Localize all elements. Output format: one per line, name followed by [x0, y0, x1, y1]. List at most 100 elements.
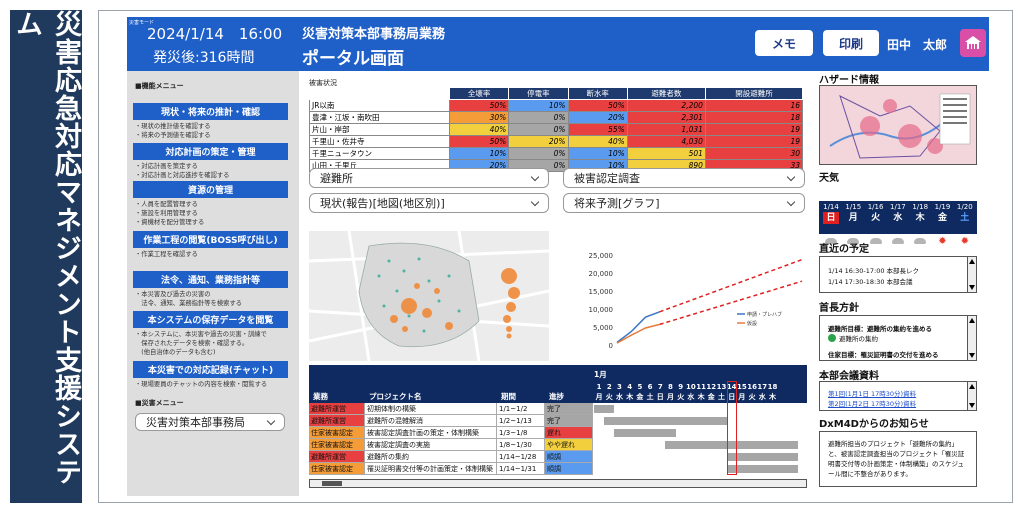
menu-description-line: ・作業工程を確認する: [135, 251, 198, 258]
gantt-scrollbar[interactable]: [309, 479, 807, 488]
notice-title: DxM4Dからのお知らせ: [819, 419, 929, 430]
menu-button-3[interactable]: 資源の管理: [133, 181, 288, 198]
damage-value: 20%: [567, 111, 628, 124]
gantt-day: 10: [686, 383, 696, 391]
policy-title: 首長方針: [819, 303, 859, 314]
memo-button[interactable]: メモ: [755, 30, 813, 56]
schedule-list: 1/14 16:30-17:00 本部長レク 1/14 17:30-18:30 …: [819, 256, 977, 293]
menu-description-line: (他自治体のデータも含む): [135, 349, 216, 356]
gantt-day: 11: [696, 383, 706, 391]
menu-button-1[interactable]: 現状・将来の推計・確認: [133, 103, 288, 120]
damage-row: 千里ニュータウン 10% 0% 10% 501 30: [309, 147, 804, 160]
scroll-down-icon[interactable]: [969, 285, 975, 290]
gantt-day: 3: [617, 383, 622, 391]
cloud-icon: [890, 237, 906, 247]
series-line: [616, 323, 660, 344]
weather-weekday: 木: [915, 213, 925, 223]
menu-description: ・現場要員のチャットの内容を検索・閲覧する: [135, 380, 300, 389]
gantt-weekday: 金: [636, 393, 644, 401]
date-time: 2024/1/14 16:00: [147, 25, 283, 43]
menu-description-line: ・現場要員のチャットの内容を検索・閲覧する: [135, 381, 268, 388]
meeting-link-1[interactable]: 第1回(1月1日 17時30分)資料: [828, 388, 916, 398]
cloud-icon: [868, 237, 884, 247]
damage-column-header: 開設避難所: [704, 87, 804, 100]
gantt-period: 1/14~1/28: [497, 451, 545, 463]
damage-value: 18: [704, 111, 804, 124]
page-title: ポータル画面: [302, 49, 404, 69]
gantt-progress: やや遅れ: [545, 439, 593, 451]
gantt-day: 6: [647, 383, 653, 391]
chevron-down-icon: [530, 172, 540, 181]
gantt-project: 避難所の混雑解消: [365, 415, 497, 427]
scroll-down-icon[interactable]: [969, 353, 975, 358]
damage-value: 501: [626, 147, 706, 160]
home-icon[interactable]: [960, 29, 986, 57]
user-name: 田中 太郎: [887, 38, 948, 52]
damage-column-header: 全壊率: [448, 87, 510, 100]
policy-list: 避難所目標：避難所の集約を進める 避難所の集約 住家目標：罹災証明書の交付を進め…: [819, 315, 977, 361]
gantt-bar: [594, 405, 615, 413]
gantt-weekday: 木: [768, 393, 776, 401]
damage-value: 50%: [448, 99, 510, 112]
menu-button-6[interactable]: 本システムの保存データを閲覧: [133, 311, 288, 328]
weather-date: 1/17: [890, 203, 906, 211]
hazard-map[interactable]: [819, 85, 977, 165]
scrollbar[interactable]: [967, 316, 976, 360]
gantt-day: 5: [637, 383, 643, 391]
scroll-up-icon[interactable]: [969, 259, 975, 264]
gantt-weekday: 水: [758, 393, 766, 401]
gantt-day: 16: [747, 383, 757, 391]
gantt-day: 18: [767, 383, 778, 391]
gantt-day: 1: [596, 383, 602, 391]
scroll-up-icon[interactable]: [969, 318, 975, 323]
meeting-link-2[interactable]: 第2回(1月2日 17時30分)資料: [828, 398, 916, 408]
disaster-select[interactable]: 災害対策本部事務局: [135, 413, 285, 431]
policy-item-label: 避難所の集約: [839, 335, 878, 343]
cloud-icon: [912, 237, 928, 247]
menu-description-line: ・将来の予測値を確認する: [135, 132, 211, 139]
schedule-item: 1/14 16:30-17:00 本部長レク: [828, 267, 920, 275]
gantt-day: 4: [627, 383, 633, 391]
gantt-day: 2: [606, 383, 612, 391]
scrollbar-thumb[interactable]: [322, 481, 342, 486]
print-button[interactable]: 印刷: [823, 30, 879, 56]
gantt-bar: [614, 429, 676, 437]
sun-icon: ✹: [938, 236, 947, 247]
damage-value: 30: [704, 147, 804, 160]
menu-description-line: ・現状の推計値を確認する: [135, 123, 211, 130]
select-shelter[interactable]: 避難所: [309, 168, 549, 188]
gantt-weekday: 火: [677, 393, 685, 401]
scroll-down-icon[interactable]: [969, 403, 975, 408]
weather-weekday: 日: [823, 212, 839, 224]
menu-button-4[interactable]: 作業工程の閲覧(BOSS呼び出し): [133, 231, 288, 248]
menu-description-line: ・人員を配置管理する: [135, 201, 198, 208]
gantt-project: 被害認定調査の実施: [365, 439, 497, 451]
gantt-period: 1/3~1/8: [497, 427, 545, 439]
function-menu-title: ■機能メニュー: [135, 82, 184, 90]
weather-weekday: 水: [893, 213, 903, 223]
menu-description-line: ・本システムに、本災害や過去の災害・訓練で: [135, 331, 267, 338]
gantt-category: 住家被害認定: [309, 427, 365, 439]
select-forecast-view[interactable]: 将来予測[グラフ]: [563, 193, 805, 213]
damage-value: 10%: [448, 147, 510, 160]
scrollbar[interactable]: [967, 382, 976, 410]
hazard-title: ハザード情報: [819, 75, 879, 86]
district-map[interactable]: [309, 231, 549, 361]
weather-date: 1/16: [867, 203, 884, 211]
scrollbar[interactable]: [967, 257, 976, 292]
gantt-weekday: 月: [666, 393, 674, 401]
menu-button-7[interactable]: 本災害での対応記録(チャット): [133, 361, 288, 378]
menu-button-5[interactable]: 法令、通知、業務指針等: [133, 271, 288, 288]
select-forecast-view-value: 将来予測[グラフ]: [574, 197, 660, 210]
disaster-menu-title: ■災害メニュー: [135, 399, 184, 407]
menu-button-2[interactable]: 対応計画の策定・管理: [133, 143, 288, 160]
system-title: 災害応急対応マネジメント支援システム: [11, 10, 81, 486]
damage-value: 1,031: [626, 123, 706, 136]
select-damage-survey[interactable]: 被害認定調査: [563, 168, 805, 188]
select-current-view[interactable]: 現状(報告)[地図(地区別)]: [309, 193, 549, 213]
gantt-progress: 完了: [545, 403, 593, 415]
scroll-up-icon[interactable]: [969, 384, 975, 389]
menu-description-line: ・対応計画と対応進捗を確認する: [135, 172, 230, 179]
department-name: 災害対策本部事務局業務: [302, 27, 446, 42]
select-shelter-value: 避難所: [320, 172, 353, 185]
